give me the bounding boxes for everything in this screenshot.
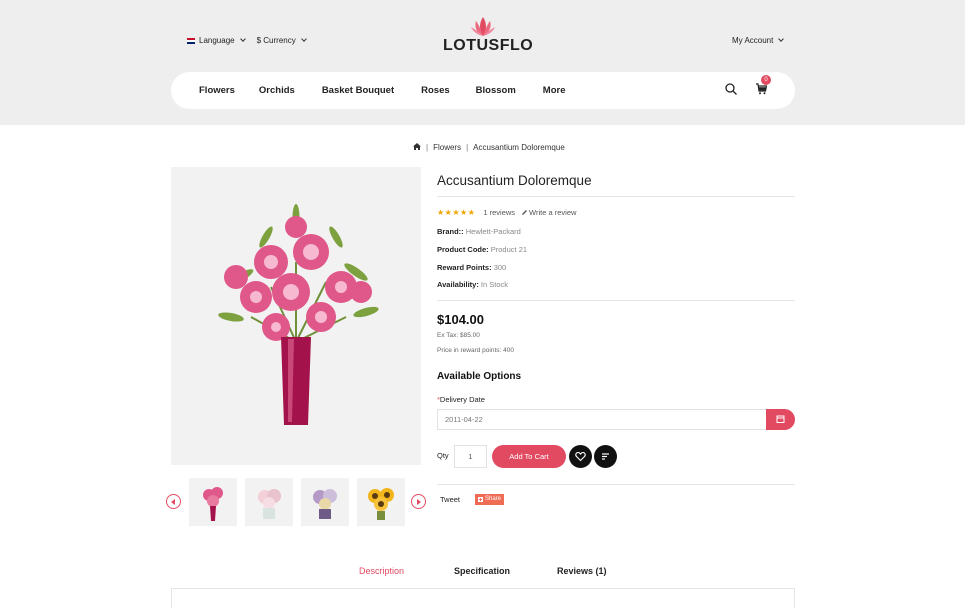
thumbnail-1[interactable] [189, 478, 237, 526]
add-to-cart-button[interactable]: Add To Cart [492, 445, 566, 468]
ex-tax-price: Ex Tax: $85.00 [437, 332, 480, 339]
compare-button[interactable] [594, 445, 617, 468]
nav-item-orchids[interactable]: Orchids [259, 85, 295, 96]
chevron-left-icon [171, 499, 175, 505]
rating-row: ★★★★★ 1 reviews Write a review [437, 208, 576, 217]
heart-icon [575, 451, 586, 462]
divider [437, 196, 795, 197]
star-rating: ★★★★★ [437, 208, 476, 217]
chevron-down-icon [239, 36, 246, 42]
chevron-down-icon [778, 36, 785, 42]
cart-icon[interactable]: 0 [755, 74, 771, 100]
breadcrumb-separator: | [466, 143, 469, 152]
product-code-row: Product Code: Product 21 [437, 245, 527, 254]
qty-label: Qty [437, 451, 449, 460]
delivery-date-label: *Delivery Date [437, 395, 485, 404]
carousel-prev-button[interactable] [166, 494, 181, 509]
breadcrumb-current[interactable]: Accusantium Doloremque [473, 143, 565, 152]
language-dropdown[interactable]: Language [187, 36, 246, 45]
currency-label: $ Currency [256, 36, 296, 45]
breadcrumb-separator: | [426, 143, 429, 152]
availability-label: Availability: [437, 280, 479, 289]
divider [437, 484, 795, 485]
divider [437, 300, 795, 301]
product-title: Accusantium Doloremque [437, 173, 592, 188]
site-header: Language $ Currency LOTUSFLO My Account … [0, 0, 965, 125]
wishlist-button[interactable] [569, 445, 592, 468]
breadcrumb-flowers[interactable]: Flowers [433, 143, 461, 152]
tab-reviews[interactable]: Reviews (1) [557, 566, 607, 576]
chevron-right-icon [417, 499, 421, 505]
thumbnail-carousel [165, 478, 427, 526]
brand-label: Brand:: [437, 227, 464, 236]
delivery-date-input[interactable]: 2011-04-22 [437, 409, 767, 430]
site-logo[interactable]: LOTUSFLO [443, 15, 534, 55]
carousel-next-button[interactable] [411, 494, 426, 509]
share-label: Share [485, 496, 502, 502]
nav-item-flowers[interactable]: Flowers [199, 85, 235, 96]
delivery-date-text: Delivery Date [439, 395, 485, 404]
tweet-button[interactable]: Tweet [440, 495, 460, 504]
nav-item-more[interactable]: More [543, 85, 566, 96]
home-icon[interactable] [413, 143, 421, 152]
search-icon[interactable] [725, 82, 737, 100]
thumbnail-2[interactable] [245, 478, 293, 526]
thumbnail-3[interactable] [301, 478, 349, 526]
cart-count-badge: 0 [761, 74, 771, 85]
product-code-value: Product 21 [490, 245, 528, 254]
lotus-icon [471, 17, 495, 36]
availability-row: Availability: In Stock [437, 280, 508, 289]
nav-item-blossom[interactable]: Blossom [476, 85, 516, 96]
brand-row: Brand:: Hewlett-Packard [437, 227, 521, 236]
write-review-link[interactable]: Write a review [521, 208, 576, 217]
calendar-icon [776, 415, 785, 423]
main-product-image[interactable] [171, 167, 421, 465]
reward-points-label: Reward Points: [437, 263, 492, 272]
flag-icon [187, 37, 195, 44]
availability-value: In Stock [480, 280, 509, 289]
topbar-left: Language $ Currency [187, 36, 307, 45]
tab-specification[interactable]: Specification [454, 566, 510, 576]
reward-points-row: Reward Points: 300 [437, 263, 506, 272]
thumbnail-4[interactable] [357, 478, 405, 526]
logo-text: LOTUSFLO [443, 37, 534, 54]
reviews-link[interactable]: 1 reviews [483, 208, 515, 217]
product-price: $104.00 [437, 312, 484, 327]
currency-dropdown[interactable]: $ Currency [256, 36, 307, 45]
language-label: Language [199, 36, 235, 45]
pencil-icon [522, 210, 528, 215]
reward-points-value: 300 [493, 263, 507, 272]
breadcrumb: | Flowers | Accusantium Doloremque [413, 143, 565, 152]
available-options-heading: Available Options [437, 371, 522, 382]
main-nav: Flowers Orchids Basket Bouquet Roses Blo… [171, 72, 795, 109]
chevron-down-icon [300, 36, 307, 42]
lily-bouquet-image [218, 204, 379, 425]
nav-item-roses[interactable]: Roses [421, 85, 450, 96]
my-account-label: My Account [732, 36, 774, 45]
calendar-button[interactable] [766, 409, 795, 430]
my-account-dropdown[interactable]: My Account [732, 36, 785, 45]
share-button[interactable]: Share [475, 494, 505, 505]
quantity-input[interactable]: 1 [454, 445, 487, 468]
brand-link[interactable]: Hewlett-Packard [466, 227, 521, 236]
compare-icon [602, 453, 609, 460]
tab-description[interactable]: Description [359, 566, 404, 576]
reward-price: Price in reward points: 400 [437, 347, 514, 354]
product-code-label: Product Code: [437, 245, 489, 254]
write-review-label: Write a review [529, 208, 577, 217]
nav-item-basket-bouquet[interactable]: Basket Bouquet [322, 85, 394, 96]
tab-content-panel [171, 588, 795, 608]
plus-icon [478, 497, 483, 502]
